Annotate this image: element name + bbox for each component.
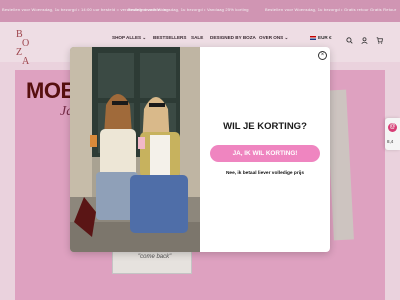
discount-popup: × WIL JE KORTING? JA, IK WIL KORTING! Ne… xyxy=(70,47,330,252)
popup-photo xyxy=(70,47,200,252)
close-icon[interactable]: × xyxy=(318,51,327,60)
popup-title: WIL JE KORTING? xyxy=(223,121,307,132)
two-women-photo xyxy=(70,47,200,252)
claim-discount-button[interactable]: JA, IK WIL KORTING! xyxy=(210,145,320,162)
decline-discount-link[interactable]: Nee, ik betaal liever volledige prijs xyxy=(200,171,330,176)
